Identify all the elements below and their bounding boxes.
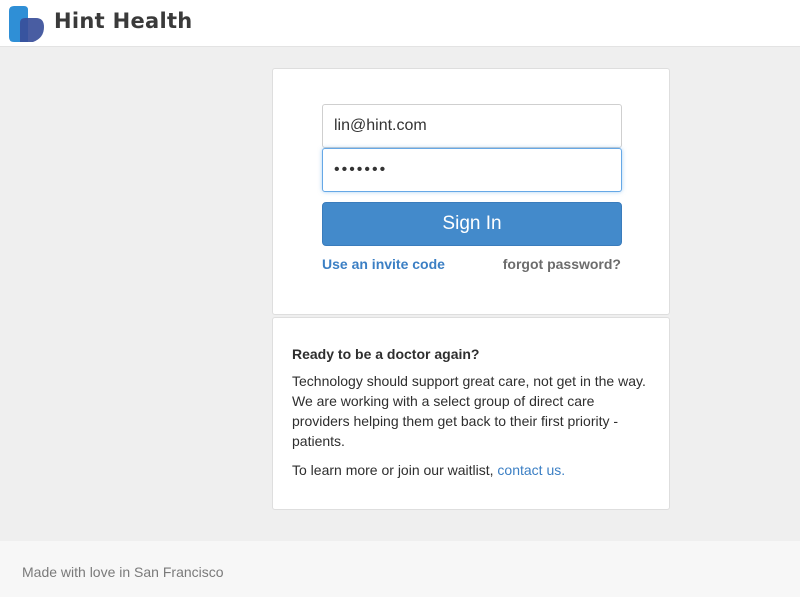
sign-in-button[interactable]: Sign In [322,202,622,246]
brand-name[interactable]: Hint Health [54,9,193,33]
contact-us-link[interactable]: contact us. [497,462,565,478]
waitlist-prefix: To learn more or join our waitlist, [292,462,498,478]
top-header: Hint Health [0,0,800,47]
info-heading: Ready to be a doctor again? [292,346,480,362]
heart-logo-icon[interactable] [6,5,44,43]
password-field[interactable] [322,148,622,192]
info-card: Ready to be a doctor again? Technology s… [272,317,670,510]
waitlist-text: To learn more or join our waitlist, cont… [292,462,565,478]
forgot-password-link[interactable]: forgot password? [503,256,621,272]
login-card: Sign In Use an invite code forgot passwo… [272,68,670,315]
email-field[interactable] [322,104,622,148]
footer-text: Made with love in San Francisco [22,564,224,580]
footer: Made with love in San Francisco [0,541,800,597]
info-body-text: Technology should support great care, no… [292,373,646,449]
invite-code-link[interactable]: Use an invite code [322,256,445,272]
